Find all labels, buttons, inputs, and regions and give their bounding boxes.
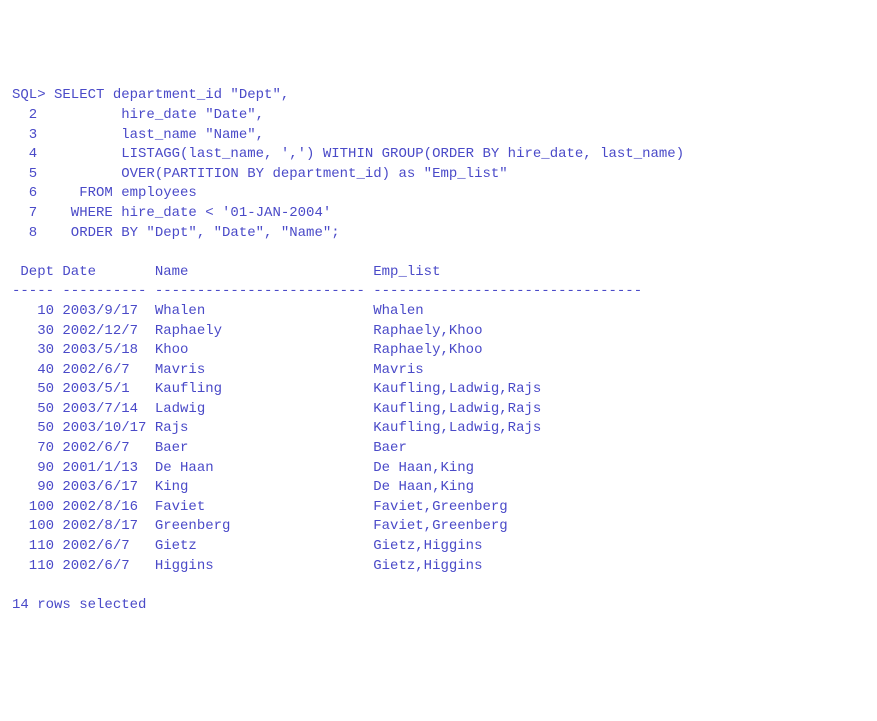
result-row: 30 2002/12/7 Raphaely Raphaely,Khoo [12, 322, 865, 342]
query-line: 8 ORDER BY "Dept", "Date", "Name"; [12, 224, 865, 244]
result-row: 30 2003/5/18 Khoo Raphaely,Khoo [12, 341, 865, 361]
result-row: 50 2003/7/14 Ladwig Kaufling,Ladwig,Rajs [12, 400, 865, 420]
blank-line [12, 576, 865, 596]
result-header: Dept Date Name Emp_list [12, 263, 865, 283]
query-line: 3 last_name "Name", [12, 126, 865, 146]
result-row: 90 2003/6/17 King De Haan,King [12, 478, 865, 498]
result-row: 40 2002/6/7 Mavris Mavris [12, 361, 865, 381]
result-row: 50 2003/5/1 Kaufling Kaufling,Ladwig,Raj… [12, 380, 865, 400]
result-row: 50 2003/10/17 Rajs Kaufling,Ladwig,Rajs [12, 419, 865, 439]
query-line: 2 hire_date "Date", [12, 106, 865, 126]
result-row: 100 2002/8/17 Greenberg Faviet,Greenberg [12, 517, 865, 537]
query-line: 4 LISTAGG(last_name, ',') WITHIN GROUP(O… [12, 145, 865, 165]
query-line: 7 WHERE hire_date < '01-JAN-2004' [12, 204, 865, 224]
query-line: 5 OVER(PARTITION BY department_id) as "E… [12, 165, 865, 185]
result-row: 90 2001/1/13 De Haan De Haan,King [12, 459, 865, 479]
query-line: 6 FROM employees [12, 184, 865, 204]
result-row: 10 2003/9/17 Whalen Whalen [12, 302, 865, 322]
result-row: 110 2002/6/7 Gietz Gietz,Higgins [12, 537, 865, 557]
query-line: SQL> SELECT department_id "Dept", [12, 86, 865, 106]
result-separator: ----- ---------- -----------------------… [12, 282, 865, 302]
blank-line [12, 243, 865, 263]
result-row: 100 2002/8/16 Faviet Faviet,Greenberg [12, 498, 865, 518]
sql-terminal: SQL> SELECT department_id "Dept", 2 hire… [12, 86, 865, 615]
result-row: 70 2002/6/7 Baer Baer [12, 439, 865, 459]
result-row: 110 2002/6/7 Higgins Gietz,Higgins [12, 557, 865, 577]
